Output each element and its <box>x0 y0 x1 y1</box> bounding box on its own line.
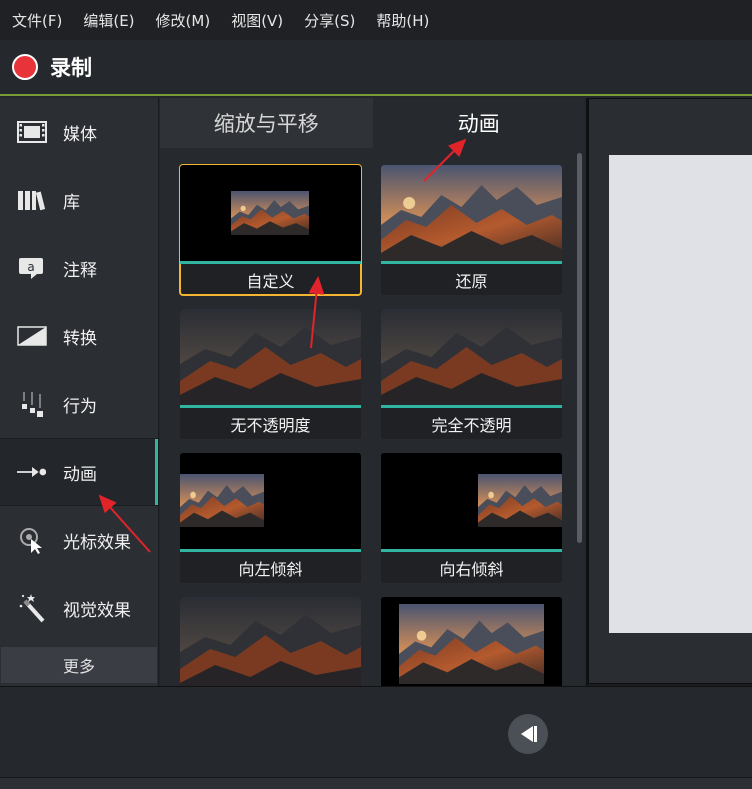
sidebar-item-transitions[interactable]: 转换 <box>0 302 158 370</box>
library-books-icon <box>17 186 47 214</box>
animation-tile-restore[interactable]: 还原 <box>381 165 562 295</box>
record-dot-icon[interactable] <box>12 54 38 80</box>
sidebar-item-label: 媒体 <box>63 124 97 145</box>
behavior-icon <box>17 390 47 418</box>
playback-area <box>0 686 752 789</box>
animation-tile[interactable] <box>180 597 361 686</box>
tile-thumbnail <box>180 309 361 405</box>
animation-tile-tilt-right[interactable]: 向右倾斜 <box>381 453 562 583</box>
animation-tile-full-opacity[interactable]: 完全不透明 <box>381 309 562 439</box>
sidebar-item-library[interactable]: 库 <box>0 166 158 234</box>
tile-label: 向左倾斜 <box>238 559 303 579</box>
tile-thumbnail <box>180 165 361 261</box>
animations-panel: 缩放与平移 动画 自定义 还原 无不透明度 完全不透明 向左倾斜 向右倾斜 <box>160 98 585 686</box>
step-back-button[interactable] <box>508 714 548 754</box>
sidebar-item-label: 转换 <box>63 328 97 349</box>
step-back-icon <box>521 726 537 742</box>
tile-label: 自定义 <box>246 271 295 291</box>
more-button[interactable]: 更多 <box>1 647 157 683</box>
animation-tile-tilt-left[interactable]: 向左倾斜 <box>180 453 361 583</box>
tab-zoom-and-pan[interactable]: 缩放与平移 <box>160 98 373 148</box>
canvas-frame <box>588 98 752 684</box>
animation-tile-no-opacity[interactable]: 无不透明度 <box>180 309 361 439</box>
sidebar-item-annotations[interactable]: a 注释 <box>0 234 158 302</box>
menu-file[interactable]: 文件(F) <box>12 10 62 31</box>
sidebar-item-behaviors[interactable]: 行为 <box>0 370 158 438</box>
animation-arrow-icon <box>17 458 47 486</box>
sidebar-item-label: 行为 <box>63 396 97 417</box>
magic-wand-icon <box>17 594 47 623</box>
sidebar-item-media[interactable]: 媒体 <box>0 98 158 166</box>
menu-help[interactable]: 帮助(H) <box>376 10 429 31</box>
panel-tabs: 缩放与平移 动画 <box>160 98 585 148</box>
tile-label: 向右倾斜 <box>439 559 504 579</box>
menu-view[interactable]: 视图(V) <box>231 10 283 31</box>
sidebar-item-label: 光标效果 <box>63 532 131 553</box>
menu-bar: 文件(F) 编辑(E) 修改(M) 视图(V) 分享(S) 帮助(H) <box>0 0 752 40</box>
tab-animations[interactable]: 动画 <box>372 98 585 148</box>
record-toolbar: 录制 <box>0 40 752 96</box>
timeline-toolbar <box>0 777 752 789</box>
record-button[interactable]: 录制 <box>50 52 92 82</box>
animation-tile[interactable] <box>381 597 562 686</box>
sidebar-item-visual-effects[interactable]: 视觉效果 <box>0 574 158 642</box>
cursor-effect-icon <box>17 526 47 554</box>
panel-scrollbar[interactable] <box>577 153 582 543</box>
sidebar-item-label: 库 <box>63 192 80 213</box>
sidebar-item-animations[interactable]: 动画 <box>0 438 158 506</box>
menu-share[interactable]: 分享(S) <box>304 10 355 31</box>
film-icon <box>17 118 47 146</box>
tile-thumbnail <box>381 453 562 549</box>
tile-thumbnail <box>381 165 562 261</box>
preview-pane <box>586 98 752 686</box>
sidebar-item-label: 注释 <box>63 260 97 281</box>
menu-modify[interactable]: 修改(M) <box>156 10 211 31</box>
animation-tile-custom[interactable]: 自定义 <box>179 164 362 296</box>
sidebar-item-label: 动画 <box>63 464 97 485</box>
tile-label: 无不透明度 <box>230 415 311 435</box>
callout-icon: a <box>17 254 47 282</box>
transition-icon <box>17 322 47 350</box>
sidebar-item-label: 视觉效果 <box>63 600 131 621</box>
menu-edit[interactable]: 编辑(E) <box>83 10 134 31</box>
tile-thumbnail <box>381 597 562 686</box>
tile-thumbnail <box>180 597 361 686</box>
tile-label: 还原 <box>455 271 488 291</box>
tile-label: 完全不透明 <box>431 415 512 435</box>
tile-thumbnail <box>381 309 562 405</box>
preview-canvas[interactable] <box>609 155 752 633</box>
svg-text:a: a <box>27 260 34 274</box>
tile-thumbnail <box>180 453 361 549</box>
sidebar: 媒体 库 a 注释 转换 行为 动画 光标效果 视觉效果 更多 <box>0 98 159 686</box>
sidebar-item-cursor-effects[interactable]: 光标效果 <box>0 506 158 574</box>
